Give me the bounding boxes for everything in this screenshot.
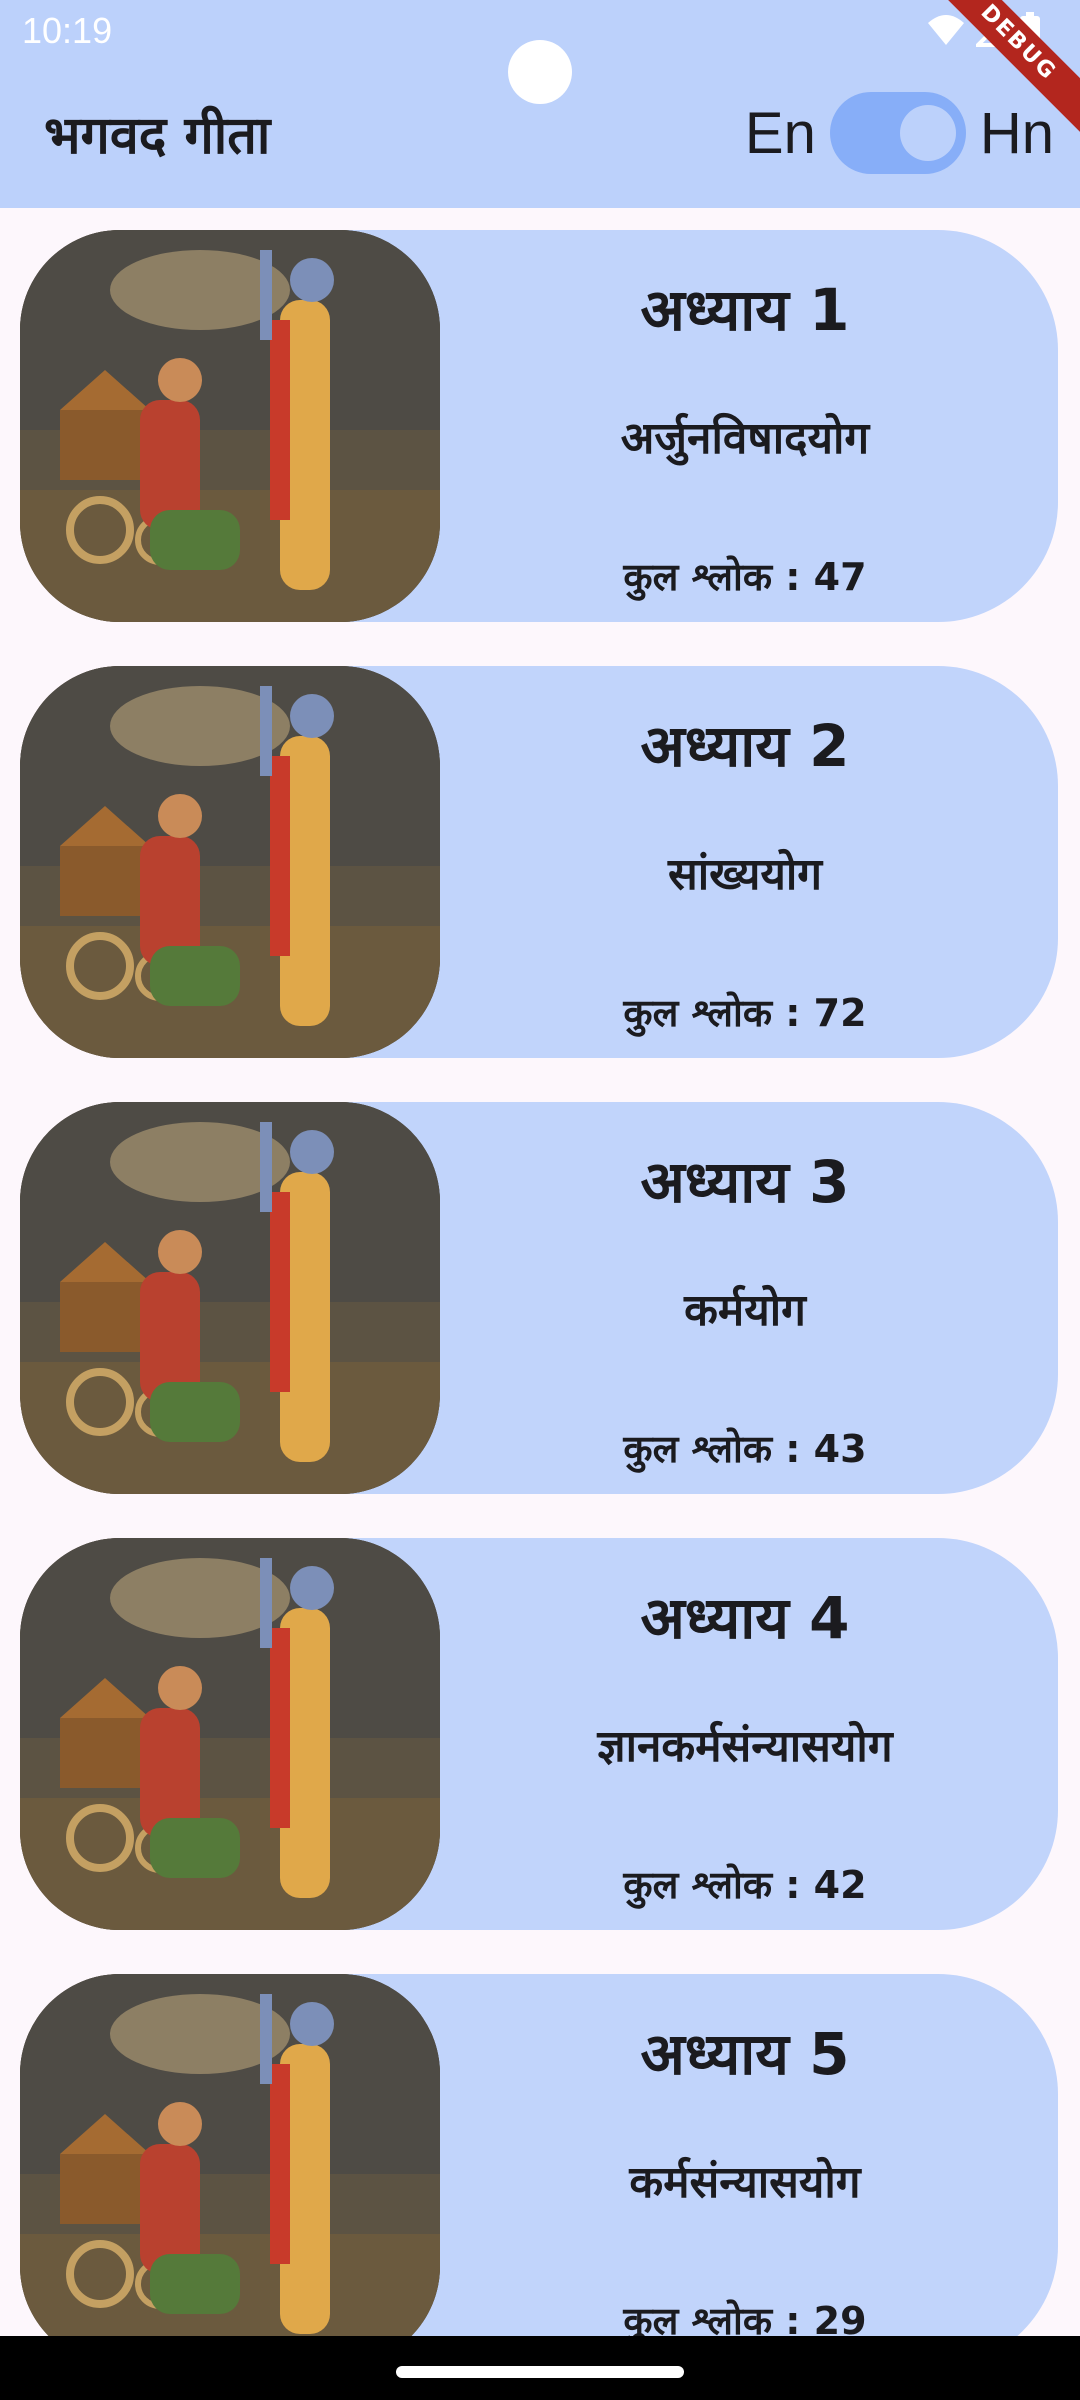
switch-knob bbox=[899, 105, 956, 161]
chapter-info: अध्याय 4 ज्ञानकर्मसंन्यासयोग कुल श्लोक :… bbox=[440, 1538, 1050, 1930]
verse-count: कुल श्लोक : 72 bbox=[623, 991, 867, 1035]
chapter-image bbox=[20, 1974, 440, 2366]
krishna-arjuna-illustration bbox=[20, 1102, 440, 1494]
chapter-image bbox=[20, 230, 440, 622]
page-title: भगवद गीता bbox=[44, 106, 271, 166]
verse-count: कुल श्लोक : 43 bbox=[623, 1427, 867, 1471]
chapter-number: अध्याय 3 bbox=[640, 1148, 850, 1216]
chapter-image bbox=[20, 666, 440, 1058]
krishna-arjuna-illustration bbox=[20, 666, 440, 1058]
lang-label-hn: Hn bbox=[979, 100, 1054, 166]
chapter-card-3[interactable]: अध्याय 3 कर्मयोग कुल श्लोक : 43 bbox=[20, 1102, 1058, 1494]
chapter-image bbox=[20, 1102, 440, 1494]
chapter-number: अध्याय 5 bbox=[640, 2020, 850, 2088]
krishna-arjuna-illustration bbox=[20, 1538, 440, 1930]
wifi-icon bbox=[926, 13, 966, 51]
chapter-name: कर्मयोग bbox=[684, 1285, 806, 1336]
app-bar: 10:19 DEBUG भगवद गीता En Hn bbox=[0, 0, 1080, 208]
camera-cutout bbox=[508, 40, 572, 104]
chapter-info: अध्याय 3 कर्मयोग कुल श्लोक : 43 bbox=[440, 1102, 1050, 1494]
verse-count: कुल श्लोक : 47 bbox=[623, 555, 867, 599]
chapter-card-5[interactable]: अध्याय 5 कर्मसंन्यासयोग कुल श्लोक : 29 bbox=[20, 1974, 1058, 2366]
screen: 10:19 DEBUG भगवद गीता En Hn अध्याय 1 अर्… bbox=[0, 0, 1080, 2400]
lang-label-en: En bbox=[744, 100, 816, 166]
chapter-info: अध्याय 5 कर्मसंन्यासयोग कुल श्लोक : 29 bbox=[440, 1974, 1050, 2366]
chapter-card-1[interactable]: अध्याय 1 अर्जुनविषादयोग कुल श्लोक : 47 bbox=[20, 230, 1058, 622]
chapter-name: अर्जुनविषादयोग bbox=[620, 413, 870, 464]
status-time: 10:19 bbox=[22, 10, 113, 51]
chapter-card-2[interactable]: अध्याय 2 सांख्ययोग कुल श्लोक : 72 bbox=[20, 666, 1058, 1058]
chapter-image bbox=[20, 1538, 440, 1930]
chapter-name: ज्ञानकर्मसंन्यासयोग bbox=[597, 1721, 893, 1772]
krishna-arjuna-illustration bbox=[20, 1974, 440, 2366]
chapter-card-4[interactable]: अध्याय 4 ज्ञानकर्मसंन्यासयोग कुल श्लोक :… bbox=[20, 1538, 1058, 1930]
chapter-number: अध्याय 1 bbox=[640, 276, 850, 344]
chapter-info: अध्याय 2 सांख्ययोग कुल श्लोक : 72 bbox=[440, 666, 1050, 1058]
chapter-name: सांख्ययोग bbox=[667, 849, 823, 900]
chapter-info: अध्याय 1 अर्जुनविषादयोग कुल श्लोक : 47 bbox=[440, 230, 1050, 622]
home-gesture-handle[interactable] bbox=[396, 2366, 684, 2378]
chapter-number: अध्याय 4 bbox=[640, 1584, 850, 1652]
language-toggle: En Hn bbox=[745, 92, 1054, 174]
krishna-arjuna-illustration bbox=[20, 230, 440, 622]
chapter-list: अध्याय 1 अर्जुनविषादयोग कुल श्लोक : 47 अ… bbox=[0, 208, 1080, 2366]
verse-count: कुल श्लोक : 42 bbox=[623, 1863, 867, 1907]
chapter-number: अध्याय 2 bbox=[640, 712, 850, 780]
system-nav-bar bbox=[0, 2336, 1080, 2400]
chapter-name: कर्मसंन्यासयोग bbox=[629, 2157, 861, 2208]
language-switch[interactable] bbox=[829, 92, 966, 174]
